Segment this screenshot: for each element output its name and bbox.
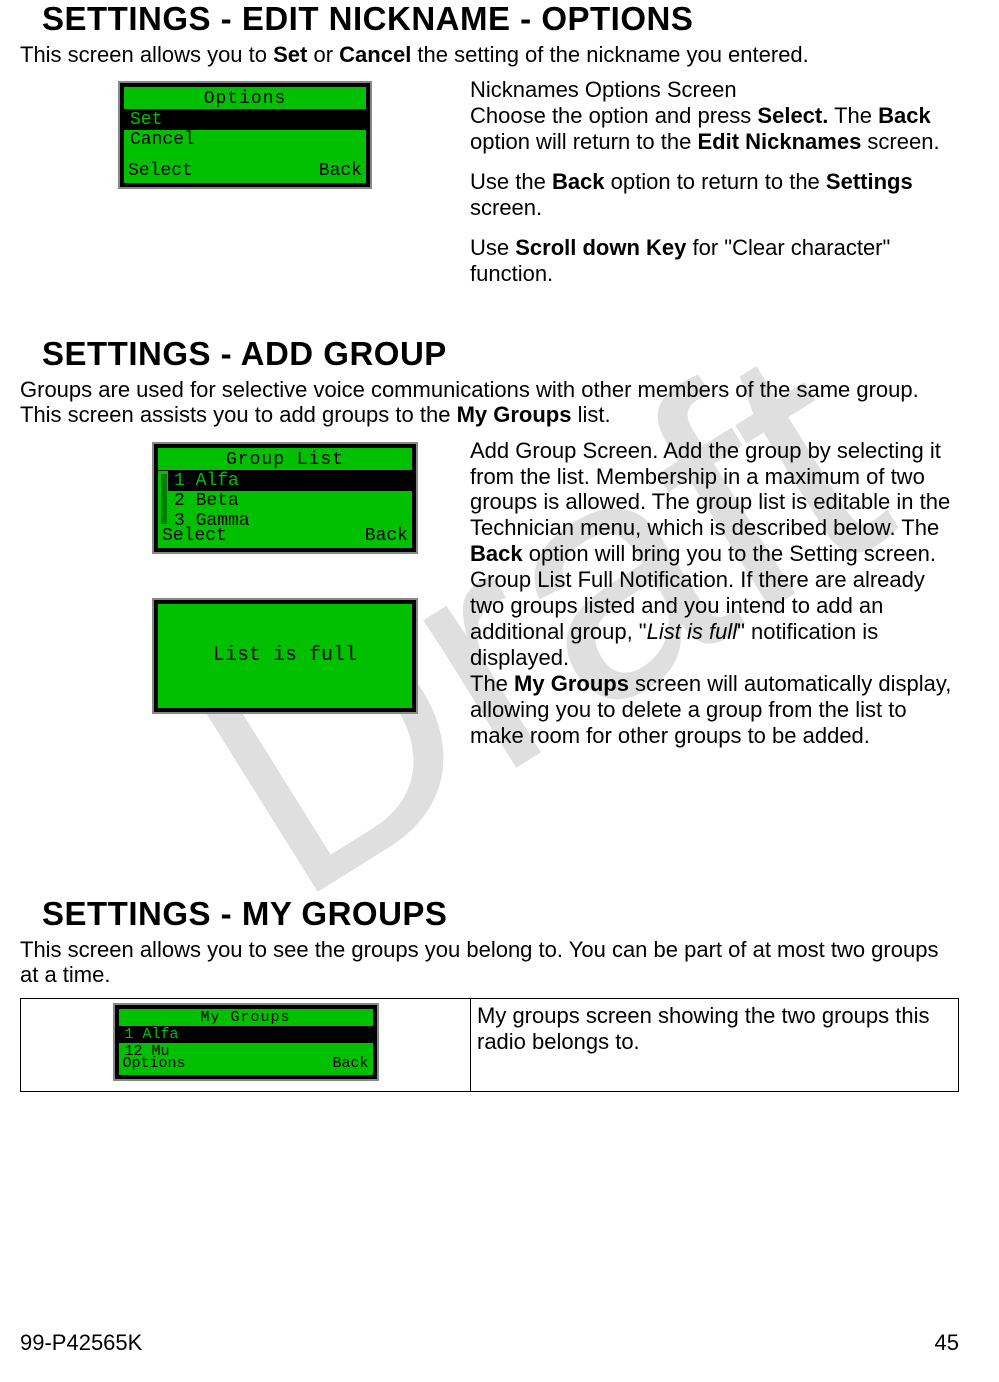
text-bold: Set [273,42,307,67]
text: option to return to the [605,169,826,194]
device-row: Cancel [124,130,366,150]
text: or [307,42,339,67]
device-row: 2 Beta [168,491,412,511]
text: screen. [861,129,939,154]
table-cell-description: My groups screen showing the two groups … [471,999,958,1091]
text-bold: Back [552,169,605,194]
text: option will return to the [470,129,697,154]
intro-edit-nickname: This screen allows you to Set or Cancel … [20,42,959,67]
text: Add Group Screen. Add the group by selec… [470,438,950,541]
text: list. [571,402,610,427]
text: Use [470,235,515,260]
text: Choose the option and press [470,103,757,128]
device-row-selected: 1 Alfa [119,1026,373,1043]
softkey-left: Select [162,526,227,546]
text-bold: Select. [757,103,828,128]
footer-page-number: 45 [935,1330,959,1356]
paragraph: Use Scroll down Key for "Clear character… [470,235,959,287]
text: Nicknames Options Screen [470,77,737,102]
text-bold: Scroll down Key [515,235,686,260]
footer-doc-number: 99-P42565K [20,1330,142,1356]
text-bold: Cancel [339,42,411,67]
softkey-right: Back [319,161,362,181]
text-bold: Back [878,103,931,128]
device-title: My Groups [119,1009,373,1027]
text: The [828,103,878,128]
text: The [470,671,514,696]
softkey-right: Back [332,1055,368,1073]
text: Use the [470,169,552,194]
text: screen. [470,195,542,220]
text: This screen allows you to [20,42,273,67]
paragraph: Use the Back option to return to the Set… [470,169,959,221]
text-bold: Edit Nicknames [697,129,861,154]
text-bold: Settings [826,169,913,194]
heading-edit-nickname: SETTINGS - EDIT NICKNAME - OPTIONS [42,0,959,38]
device-screen-my-groups: My Groups 1 Alfa 12 Mu Options Back [115,1005,377,1079]
device-message: List is full [158,604,412,708]
paragraph: The My Groups screen will automatically … [470,671,959,749]
softkey-left: Options [123,1055,186,1073]
text-bold: Back [470,541,523,566]
paragraph: Nicknames Options Screen Choose the opti… [470,77,959,155]
text-bold: My Groups [457,402,572,427]
device-screen-options: Options Set Cancel Select Back [120,83,370,187]
paragraph: Group List Full Notification. If there a… [470,567,959,671]
device-row-selected: 1 Alfa [168,471,412,491]
text-italic: List is full [647,619,737,644]
device-title: Group List [158,448,412,470]
heading-add-group: SETTINGS - ADD GROUP [42,335,959,373]
intro-add-group: Groups are used for selective voice comm… [20,377,959,428]
softkey-right: Back [365,526,408,546]
device-title: Options [124,87,366,109]
table-row: My Groups 1 Alfa 12 Mu Options Back My g… [20,998,959,1092]
scrollbar [161,474,167,524]
device-row-selected: Set [124,110,366,130]
device-screen-group-list: Group List 1 Alfa 2 Beta 3 Gamma Select … [154,444,416,552]
paragraph: Add Group Screen. Add the group by selec… [470,438,959,568]
text: the setting of the nickname you entered. [411,42,808,67]
device-screen-list-full: List is full [154,600,416,712]
intro-my-groups: This screen allows you to see the groups… [20,937,959,988]
text-bold: My Groups [514,671,629,696]
text: option will bring you to the Setting scr… [523,541,936,566]
softkey-left: Select [128,161,193,181]
heading-my-groups: SETTINGS - MY GROUPS [42,895,959,933]
